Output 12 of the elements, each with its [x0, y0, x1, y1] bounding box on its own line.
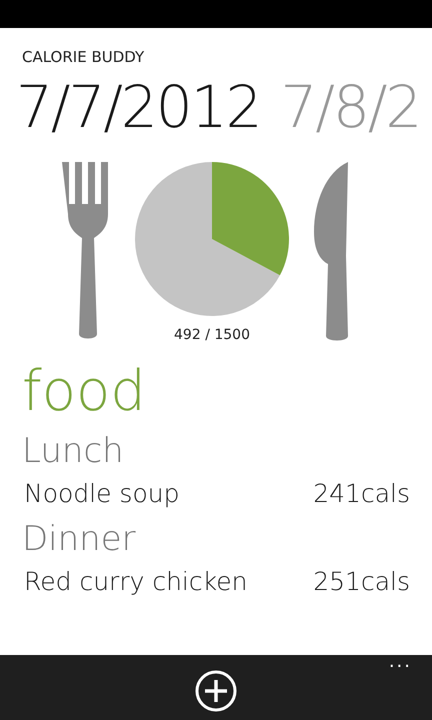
app-title: CALORIE BUDDY [22, 48, 146, 68]
food-name[interactable]: Red curry chicken [24, 567, 248, 596]
more-button[interactable]: ... [388, 651, 412, 672]
pivot-header[interactable]: 7/7/2012 [16, 78, 260, 136]
calorie-reading: 492 / 1500 [173, 327, 251, 343]
food-name[interactable]: Noodle soup [24, 479, 180, 508]
add-icon[interactable] [195, 670, 237, 712]
meal-heading: Dinner [22, 520, 137, 560]
section-title: food [22, 364, 147, 420]
calorie-count: 241cals [313, 479, 410, 508]
meal-heading: Lunch [22, 432, 125, 472]
calorie-count: 251cals [313, 567, 410, 596]
